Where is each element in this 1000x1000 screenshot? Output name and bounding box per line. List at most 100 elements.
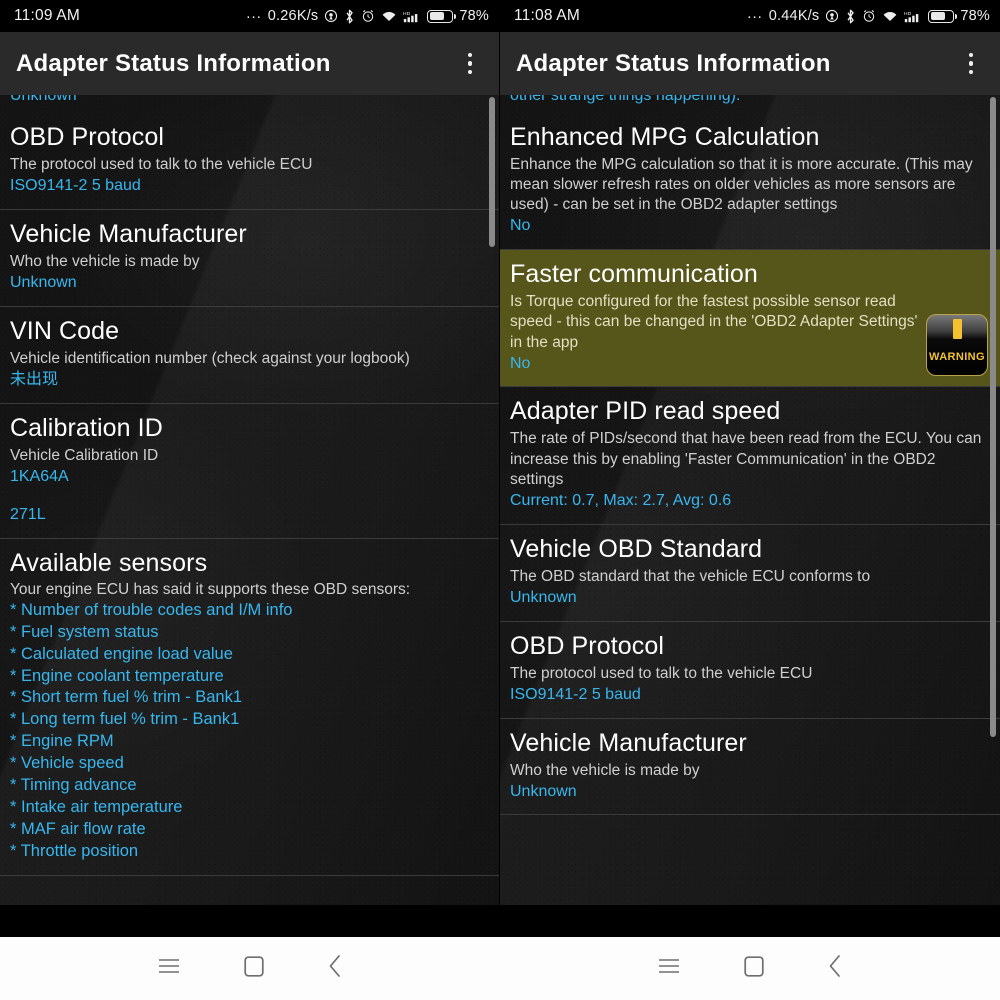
- row-heading: VIN Code: [10, 316, 120, 345]
- list-item[interactable]: Calibration ID Vehicle Calibration ID 1K…: [0, 404, 499, 539]
- list-item[interactable]: VIN Code Vehicle identification number (…: [0, 307, 499, 404]
- row-heading: OBD Protocol: [510, 631, 665, 660]
- row-value: ISO9141-2 5 baud: [10, 177, 141, 195]
- row-value: 未出现: [10, 371, 59, 389]
- row-heading: Vehicle Manufacturer: [510, 728, 747, 757]
- network-speed-label: 0.26K/s: [267, 8, 319, 24]
- home-icon[interactable]: [244, 955, 264, 982]
- hd-signal-icon: HD: [904, 9, 922, 24]
- battery-percent-label: 78%: [459, 8, 489, 24]
- svg-text:HD: HD: [904, 10, 912, 16]
- status-icons-right: ... 0.44K/s HD 78%: [747, 4, 990, 25]
- navigation-bar-left: [0, 937, 500, 1000]
- page-title: Adapter Status Information: [516, 49, 831, 77]
- sensor-item: * Calculated engine load value: [10, 644, 233, 663]
- menu-icon[interactable]: [158, 958, 180, 979]
- scrollbar-thumb-right[interactable]: [990, 97, 996, 737]
- list-item[interactable]: Vehicle Manufacturer Who the vehicle is …: [0, 210, 499, 307]
- battery-icon: [427, 9, 457, 23]
- row-value: Unknown: [10, 274, 77, 292]
- sensor-item: * Long term fuel % trim - Bank1: [10, 710, 240, 729]
- list-item[interactable]: OBD Protocol The protocol used to talk t…: [500, 622, 1000, 719]
- alarm-icon: [862, 9, 876, 23]
- row-value: ISO9141-2 5 baud: [510, 685, 641, 703]
- battery-icon: [928, 9, 958, 23]
- list-item[interactable]: Vehicle OBD Standard The OBD standard th…: [500, 525, 1000, 622]
- scrollbar-thumb-left[interactable]: [489, 97, 495, 247]
- status-list-right[interactable]: other strange things happening). Enhance…: [500, 95, 1000, 905]
- list-item-available-sensors[interactable]: Available sensors Your engine ECU has sa…: [0, 539, 499, 876]
- sensor-item: * MAF air flow rate: [10, 820, 146, 839]
- sensor-item: * Throttle position: [10, 842, 139, 860]
- clipped-row-value: other strange things happening).: [510, 95, 741, 104]
- row-value: No: [510, 354, 531, 372]
- warning-label: WARNING: [929, 351, 985, 364]
- clipped-row-top-left: Unknown: [0, 95, 499, 113]
- page-title: Adapter Status Information: [16, 49, 331, 77]
- overflow-menu-icon[interactable]: [960, 51, 982, 77]
- row-heading: Enhanced MPG Calculation: [510, 123, 820, 151]
- home-icon[interactable]: [744, 955, 764, 982]
- wifi-icon: [882, 10, 898, 23]
- svg-text:HD: HD: [403, 10, 411, 16]
- menu-icon[interactable]: [658, 958, 680, 979]
- row-description: Is Torque configured for the fastest pos…: [510, 293, 918, 351]
- navigation-bar: [0, 937, 1000, 1000]
- list-item[interactable]: Vehicle Manufacturer Who the vehicle is …: [500, 719, 1000, 816]
- row-description: Enhance the MPG calculation so that it i…: [510, 156, 973, 214]
- sensor-item: * Short term fuel % trim - Bank1: [10, 688, 242, 707]
- row-value: Unknown: [510, 588, 577, 606]
- list-item[interactable]: OBD Protocol The protocol used to talk t…: [0, 113, 499, 210]
- row-description: Who the vehicle is made by: [510, 761, 700, 779]
- ellipsis-icon: ...: [246, 4, 262, 22]
- row-value: Current: 0.7, Max: 2.7, Avg: 0.6: [510, 491, 732, 509]
- back-icon[interactable]: [328, 955, 342, 982]
- sensor-item: * Engine RPM: [10, 732, 114, 751]
- row-description: The rate of PIDs/second that have been r…: [510, 430, 982, 488]
- exclamation-mark: [952, 319, 962, 340]
- location-icon: [324, 9, 338, 23]
- row-heading: OBD Protocol: [10, 123, 165, 151]
- sensor-item: * Engine coolant temperature: [10, 666, 224, 685]
- location-icon: [825, 9, 839, 23]
- status-bar-right: 11:08 AM ... 0.44K/s HD 78%: [500, 0, 1000, 32]
- sensor-item: * Timing advance: [10, 776, 137, 795]
- screenshot-right: 11:08 AM ... 0.44K/s HD 78% Adapter Stat…: [500, 0, 1000, 1000]
- wifi-icon: [381, 10, 397, 23]
- row-description: The protocol used to talk to the vehicle…: [10, 156, 313, 173]
- ellipsis-icon: ...: [747, 4, 763, 22]
- sensor-item: * Intake air temperature: [10, 798, 183, 817]
- clipped-row-top-right: other strange things happening).: [500, 95, 1000, 113]
- status-clock: 11:09 AM: [14, 7, 80, 24]
- row-description: The OBD standard that the vehicle ECU co…: [510, 567, 871, 585]
- back-icon[interactable]: [828, 955, 842, 982]
- bluetooth-icon: [845, 9, 856, 24]
- warning-icon: WARNING: [926, 314, 988, 377]
- bluetooth-icon: [344, 9, 355, 24]
- app-bar-left: Adapter Status Information: [0, 32, 499, 95]
- app-bar-right: Adapter Status Information: [500, 32, 1000, 95]
- status-clock: 11:08 AM: [514, 7, 580, 24]
- row-value: 1KA64A: [10, 467, 69, 485]
- list-item[interactable]: Adapter PID read speed The rate of PIDs/…: [500, 387, 1000, 525]
- battery-percent-label: 78%: [960, 8, 990, 24]
- sensor-item: * Fuel system status: [10, 622, 159, 641]
- status-list-left[interactable]: Unknown OBD Protocol The protocol used t…: [0, 95, 499, 905]
- sensor-item: * Vehicle speed: [10, 754, 124, 773]
- row-description: Who the vehicle is made by: [10, 252, 200, 270]
- overflow-menu-icon[interactable]: [459, 51, 481, 77]
- screenshot-left: 11:09 AM ... 0.26K/s HD 78% Adapter Stat…: [0, 0, 500, 1000]
- navigation-bar-right: [500, 937, 1000, 1000]
- row-description: The protocol used to talk to the vehicle…: [510, 664, 813, 682]
- dual-screenshot: 11:09 AM ... 0.26K/s HD 78% Adapter Stat…: [0, 0, 1000, 1000]
- row-heading: Calibration ID: [10, 413, 163, 442]
- row-heading: Adapter PID read speed: [510, 397, 781, 426]
- row-heading: Faster communication: [510, 260, 758, 289]
- row-heading: Vehicle Manufacturer: [10, 219, 247, 248]
- list-item[interactable]: Enhanced MPG Calculation Enhance the MPG…: [500, 113, 1000, 251]
- network-speed-label: 0.44K/s: [768, 8, 820, 24]
- list-item-highlighted[interactable]: Faster communication Is Torque configure…: [500, 250, 1000, 388]
- alarm-icon: [361, 9, 375, 23]
- row-value: No: [510, 217, 531, 235]
- row-value-secondary: 271L: [10, 505, 46, 523]
